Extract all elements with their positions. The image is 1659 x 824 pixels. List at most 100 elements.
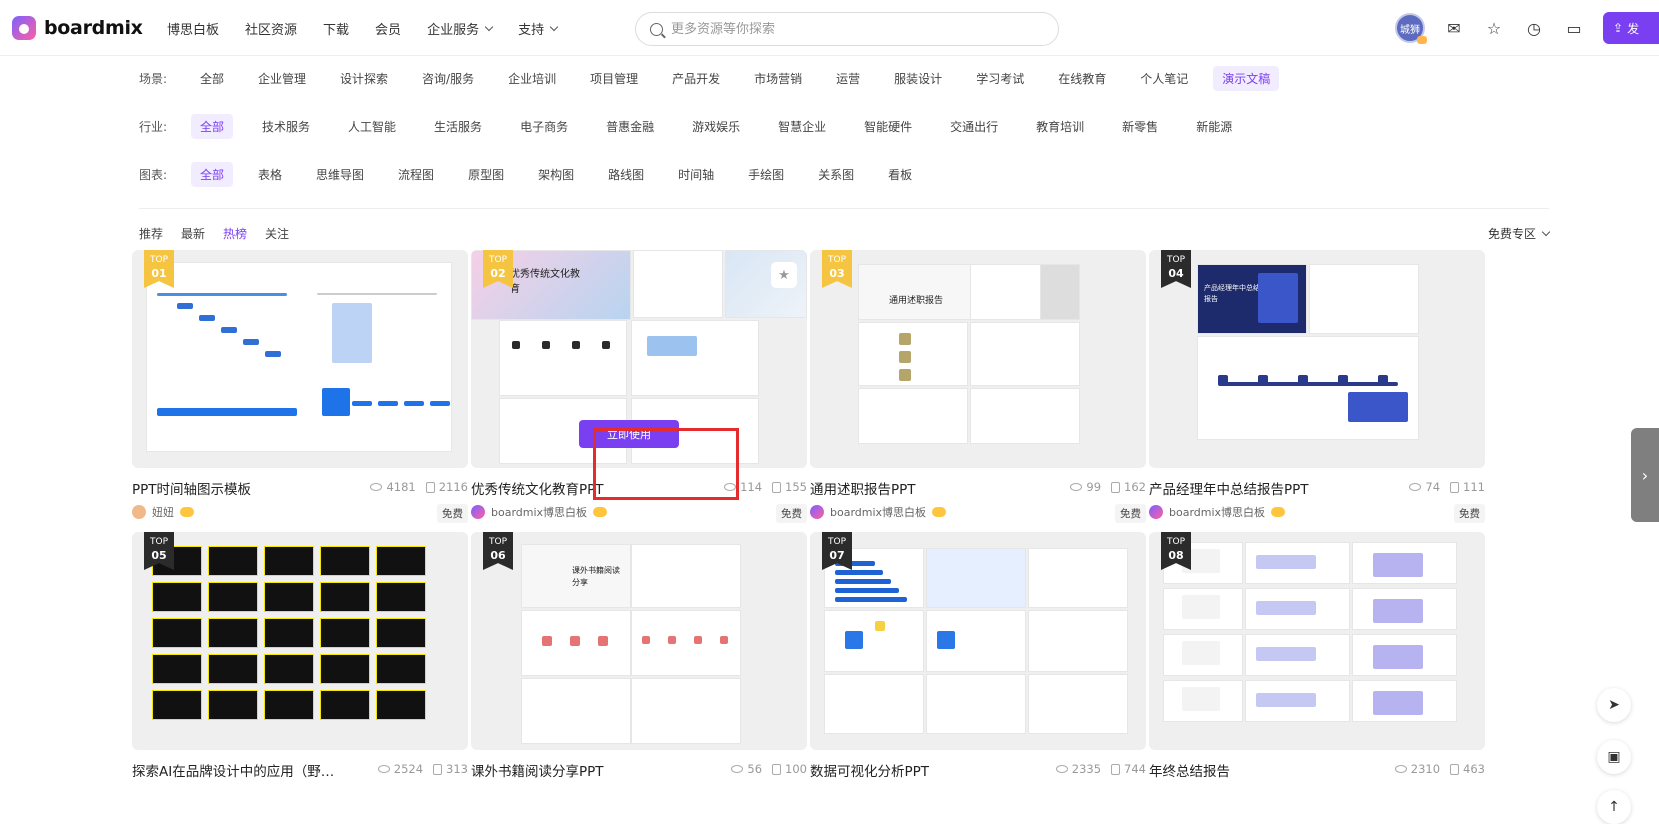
preview-shape (1182, 687, 1220, 711)
template-card[interactable]: 通用述职报告 TOP 03 通用述职报告PPT 99 162 boardmix博思白板 免费 (810, 250, 1146, 523)
nav-item-support[interactable]: 支持 (518, 19, 559, 38)
preview-shape (1256, 693, 1316, 707)
back-to-top-icon[interactable]: ↑ (1597, 790, 1631, 824)
filter-option[interactable]: 原型图 (459, 162, 513, 187)
template-thumbnail[interactable]: 产品经理年中总结报告 TOP 04 (1149, 250, 1485, 468)
nav-item-whiteboard[interactable]: 博思白板 (167, 19, 219, 38)
template-author[interactable]: boardmix博思白板 (1149, 504, 1286, 520)
chevron-down-icon (484, 22, 494, 31)
filter-option[interactable]: 普惠金融 (597, 114, 663, 139)
sort-tab[interactable]: 推荐 (139, 225, 163, 242)
template-title[interactable]: 年终总结报告 (1149, 760, 1369, 780)
template-author[interactable]: boardmix博思白板 (810, 504, 947, 520)
chat-icon[interactable]: ▣ (1597, 740, 1631, 774)
filter-option[interactable]: 咨询/服务 (413, 66, 483, 91)
template-title[interactable]: 课外书籍阅读分享PPT (471, 760, 691, 780)
filter-option[interactable]: 项目管理 (581, 66, 647, 91)
publish-button[interactable]: ⇪ 发 (1603, 12, 1659, 44)
filter-option[interactable]: 市场营销 (745, 66, 811, 91)
author-name: 妞妞 (152, 506, 174, 519)
template-card[interactable]: TOP 05 探索AI在品牌设计中的应用（野… 2524 313 (132, 532, 468, 780)
filter-option[interactable]: 服装设计 (885, 66, 951, 91)
template-thumbnail[interactable]: 课外书籍阅读分享 TOP 06 (471, 532, 807, 750)
clock-icon[interactable]: ◷ (1523, 17, 1545, 39)
template-thumbnail[interactable]: TOP 07 (810, 532, 1146, 750)
thumb-title: 通用述职报告 (889, 296, 944, 306)
filter-option[interactable]: 时间轴 (669, 162, 723, 187)
filter-option[interactable]: 企业培训 (499, 66, 565, 91)
template-card[interactable]: 课外书籍阅读分享 TOP 06 课外书籍阅读分享PPT 56 100 (471, 532, 807, 780)
filter-option[interactable]: 思维导图 (307, 162, 373, 187)
preview-shape (1338, 375, 1348, 385)
template-card[interactable]: TOP 08 年终总结报告 2310 463 (1149, 532, 1485, 780)
filter-option[interactable]: 学习考试 (967, 66, 1033, 91)
filter-option[interactable]: 看板 (879, 162, 921, 187)
search-input[interactable] (671, 21, 1031, 37)
filter-option[interactable]: 企业管理 (249, 66, 315, 91)
filter-option[interactable]: 关系图 (809, 162, 863, 187)
filter-option[interactable]: 运营 (827, 66, 869, 91)
filter-option[interactable]: 个人笔记 (1131, 66, 1197, 91)
preview-shape (1378, 375, 1388, 385)
filter-option[interactable]: 演示文稿 (1213, 66, 1280, 91)
filter-option[interactable]: 新零售 (1113, 114, 1167, 139)
filter-row-industry: 行业: 全部 技术服务 人工智能 生活服务 电子商务 普惠金融 游戏娱乐 智慧企业 智能硬件 交通… (139, 114, 1241, 139)
template-title[interactable]: 通用述职报告PPT (810, 478, 1030, 498)
filter-option[interactable]: 流程图 (389, 162, 443, 187)
template-author[interactable]: 妞妞 (132, 504, 194, 520)
filter-option[interactable]: 生活服务 (425, 114, 491, 139)
template-card[interactable]: 产品经理年中总结报告 TOP 04 产品经理年中总结报告PPT 74 111 boardmi… (1149, 250, 1485, 523)
rank-number: 01 (151, 267, 167, 280)
view-count-value: 2310 (1410, 762, 1441, 776)
nav-item-community[interactable]: 社区资源 (245, 19, 297, 38)
star-icon[interactable]: ☆ (1483, 17, 1505, 39)
filter-option[interactable]: 设计探索 (331, 66, 397, 91)
sort-tab[interactable]: 热榜 (223, 225, 247, 242)
template-author[interactable]: boardmix博思白板 (471, 504, 608, 520)
filter-option[interactable]: 架构图 (529, 162, 583, 187)
filter-option[interactable]: 新能源 (1187, 114, 1241, 139)
template-thumbnail[interactable]: TOP 08 (1149, 532, 1485, 750)
free-zone-dropdown[interactable]: 免费专区 (1488, 225, 1551, 242)
slide-preview (1245, 542, 1350, 584)
filter-option[interactable]: 技术服务 (253, 114, 319, 139)
filter-option[interactable]: 产品开发 (663, 66, 729, 91)
nav-item-enterprise[interactable]: 企业服务 (427, 19, 494, 38)
template-card[interactable]: TOP 07 数据可视化分析PPT 2335 744 (810, 532, 1146, 780)
copy-count: 2116 (425, 480, 468, 494)
sort-tab[interactable]: 最新 (181, 225, 205, 242)
filter-option[interactable]: 在线教育 (1049, 66, 1115, 91)
boardmix-logo[interactable]: boardmix (12, 16, 143, 40)
filter-option[interactable]: 全部 (191, 162, 234, 187)
nav-item-download[interactable]: 下载 (323, 19, 349, 38)
template-card[interactable]: TOP 01 PPT时间轴图示模板 4181 2116 妞妞 免费 (132, 250, 468, 523)
filter-option[interactable]: 路线图 (599, 162, 653, 187)
filter-option[interactable]: 电子商务 (511, 114, 577, 139)
filter-option[interactable]: 表格 (249, 162, 291, 187)
search-bar[interactable] (635, 12, 1059, 46)
filter-option[interactable]: 手绘图 (739, 162, 793, 187)
template-title[interactable]: 探索AI在品牌设计中的应用（野… (132, 760, 352, 780)
filter-option[interactable]: 智能硬件 (855, 114, 921, 139)
filter-option[interactable]: 教育培训 (1027, 114, 1093, 139)
filter-option[interactable]: 智慧企业 (769, 114, 835, 139)
filter-option[interactable]: 游戏娱乐 (683, 114, 749, 139)
filter-option[interactable]: 人工智能 (339, 114, 405, 139)
side-panel-toggle[interactable]: › (1631, 428, 1659, 522)
template-title[interactable]: 数据可视化分析PPT (810, 760, 1030, 780)
nav-item-membership[interactable]: 会员 (375, 19, 401, 38)
favorite-star-icon[interactable]: ★ (771, 262, 797, 288)
sort-tab[interactable]: 关注 (265, 225, 289, 242)
template-thumbnail[interactable]: TOP 05 (132, 532, 468, 750)
avatar[interactable]: 城狮 (1395, 13, 1427, 44)
filter-option[interactable]: 交通出行 (941, 114, 1007, 139)
template-title[interactable]: PPT时间轴图示模板 (132, 478, 352, 498)
briefcase-icon[interactable]: ▭ (1563, 17, 1585, 39)
template-title[interactable]: 产品经理年中总结报告PPT (1149, 478, 1369, 498)
mail-icon[interactable]: ✉ (1443, 17, 1465, 39)
template-thumbnail[interactable]: TOP 01 (132, 250, 468, 468)
send-icon[interactable]: ➤ (1597, 688, 1631, 722)
template-thumbnail[interactable]: 通用述职报告 TOP 03 (810, 250, 1146, 468)
filter-option[interactable]: 全部 (191, 66, 233, 91)
filter-option[interactable]: 全部 (191, 114, 234, 139)
